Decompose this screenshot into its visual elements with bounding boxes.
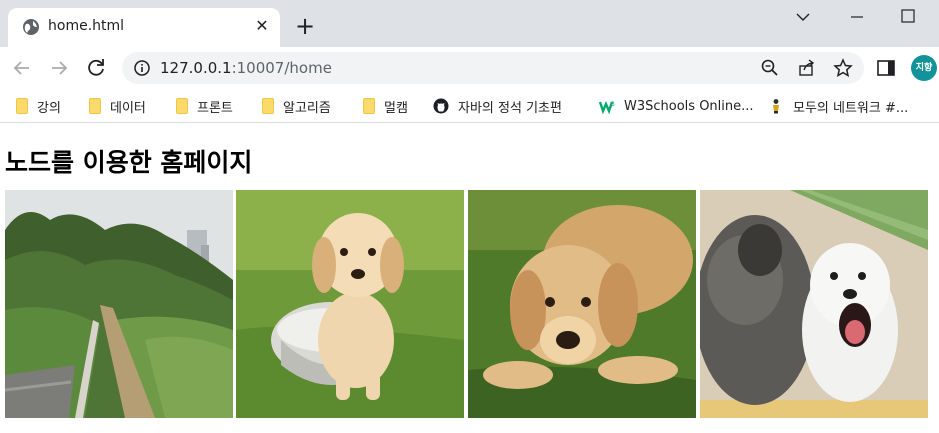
puppy-in-bowl-photo: [236, 190, 464, 418]
url-host: 127.0.0.1: [160, 59, 232, 77]
folder-icon: [89, 98, 101, 114]
bookmark-item[interactable]: 알고리즘: [262, 95, 331, 117]
reload-icon[interactable]: [84, 56, 108, 80]
info-icon[interactable]: [134, 60, 150, 76]
puppy-lying-photo: [468, 190, 696, 418]
github-icon: [433, 98, 449, 114]
bookmark-item[interactable]: 3 W3Schools Online...: [599, 95, 754, 117]
address-toolbar: 127.0.0.1:10007/home 지향: [0, 47, 939, 89]
bookmarks-bar: 강의 데이터 프론트 알고리즘 멀캠 자바의 정석 기초편 3 W3School…: [0, 89, 939, 123]
bookmark-item[interactable]: 데이터: [89, 95, 146, 117]
bookmark-item[interactable]: 멀캠: [363, 95, 408, 117]
tab-strip: home.html ✕ +: [0, 0, 939, 47]
back-arrow-icon[interactable]: [10, 56, 34, 80]
forward-arrow-icon[interactable]: [47, 56, 71, 80]
chevron-down-icon[interactable]: [788, 6, 818, 28]
bookmark-star-icon[interactable]: [833, 58, 853, 78]
url-path: :10007/home: [231, 59, 332, 77]
w3schools-icon: 3: [599, 100, 615, 114]
bookmark-label: 모두의 네트워크 #...: [793, 100, 909, 116]
bookmark-label: 알고리즘: [283, 100, 331, 116]
forest-park-photo: [5, 190, 233, 418]
profile-avatar[interactable]: 지향: [911, 55, 937, 81]
bookmark-item[interactable]: 모두의 네트워크 #...: [768, 95, 908, 117]
tab-title: home.html: [48, 18, 125, 34]
side-panel-icon[interactable]: [876, 58, 896, 78]
address-bar[interactable]: 127.0.0.1:10007/home: [122, 52, 864, 84]
bookmark-label: W3Schools Online...: [624, 98, 754, 114]
folder-icon: [363, 98, 375, 114]
maximize-icon[interactable]: [893, 6, 923, 28]
svg-text:3: 3: [611, 101, 615, 108]
bookmark-label: 데이터: [110, 100, 146, 116]
bookmark-label: 자바의 정석 기초편: [458, 100, 562, 116]
minimize-icon[interactable]: [842, 6, 872, 28]
new-tab-button[interactable]: +: [292, 14, 318, 40]
folder-icon: [176, 98, 188, 114]
zoom-icon[interactable]: [760, 58, 780, 78]
page-title: 노드를 이용한 홈페이지: [5, 148, 253, 177]
close-tab-icon[interactable]: ✕: [252, 16, 272, 36]
share-icon[interactable]: [797, 58, 817, 78]
globe-icon: [23, 19, 39, 35]
folder-icon: [16, 98, 28, 114]
tab-home[interactable]: home.html ✕: [8, 8, 280, 47]
bookmark-label: 강의: [37, 100, 61, 116]
two-puppies-photo: [700, 190, 928, 418]
network-book-icon: [773, 99, 779, 114]
bookmark-label: 프론트: [197, 100, 233, 116]
folder-icon: [262, 98, 274, 114]
bookmark-item[interactable]: 프론트: [176, 95, 233, 117]
bookmark-item[interactable]: 자바의 정석 기초편: [433, 95, 562, 117]
bookmark-item[interactable]: 강의: [16, 95, 61, 117]
bookmark-label: 멀캠: [384, 100, 408, 116]
url-text[interactable]: 127.0.0.1:10007/home: [160, 59, 332, 77]
